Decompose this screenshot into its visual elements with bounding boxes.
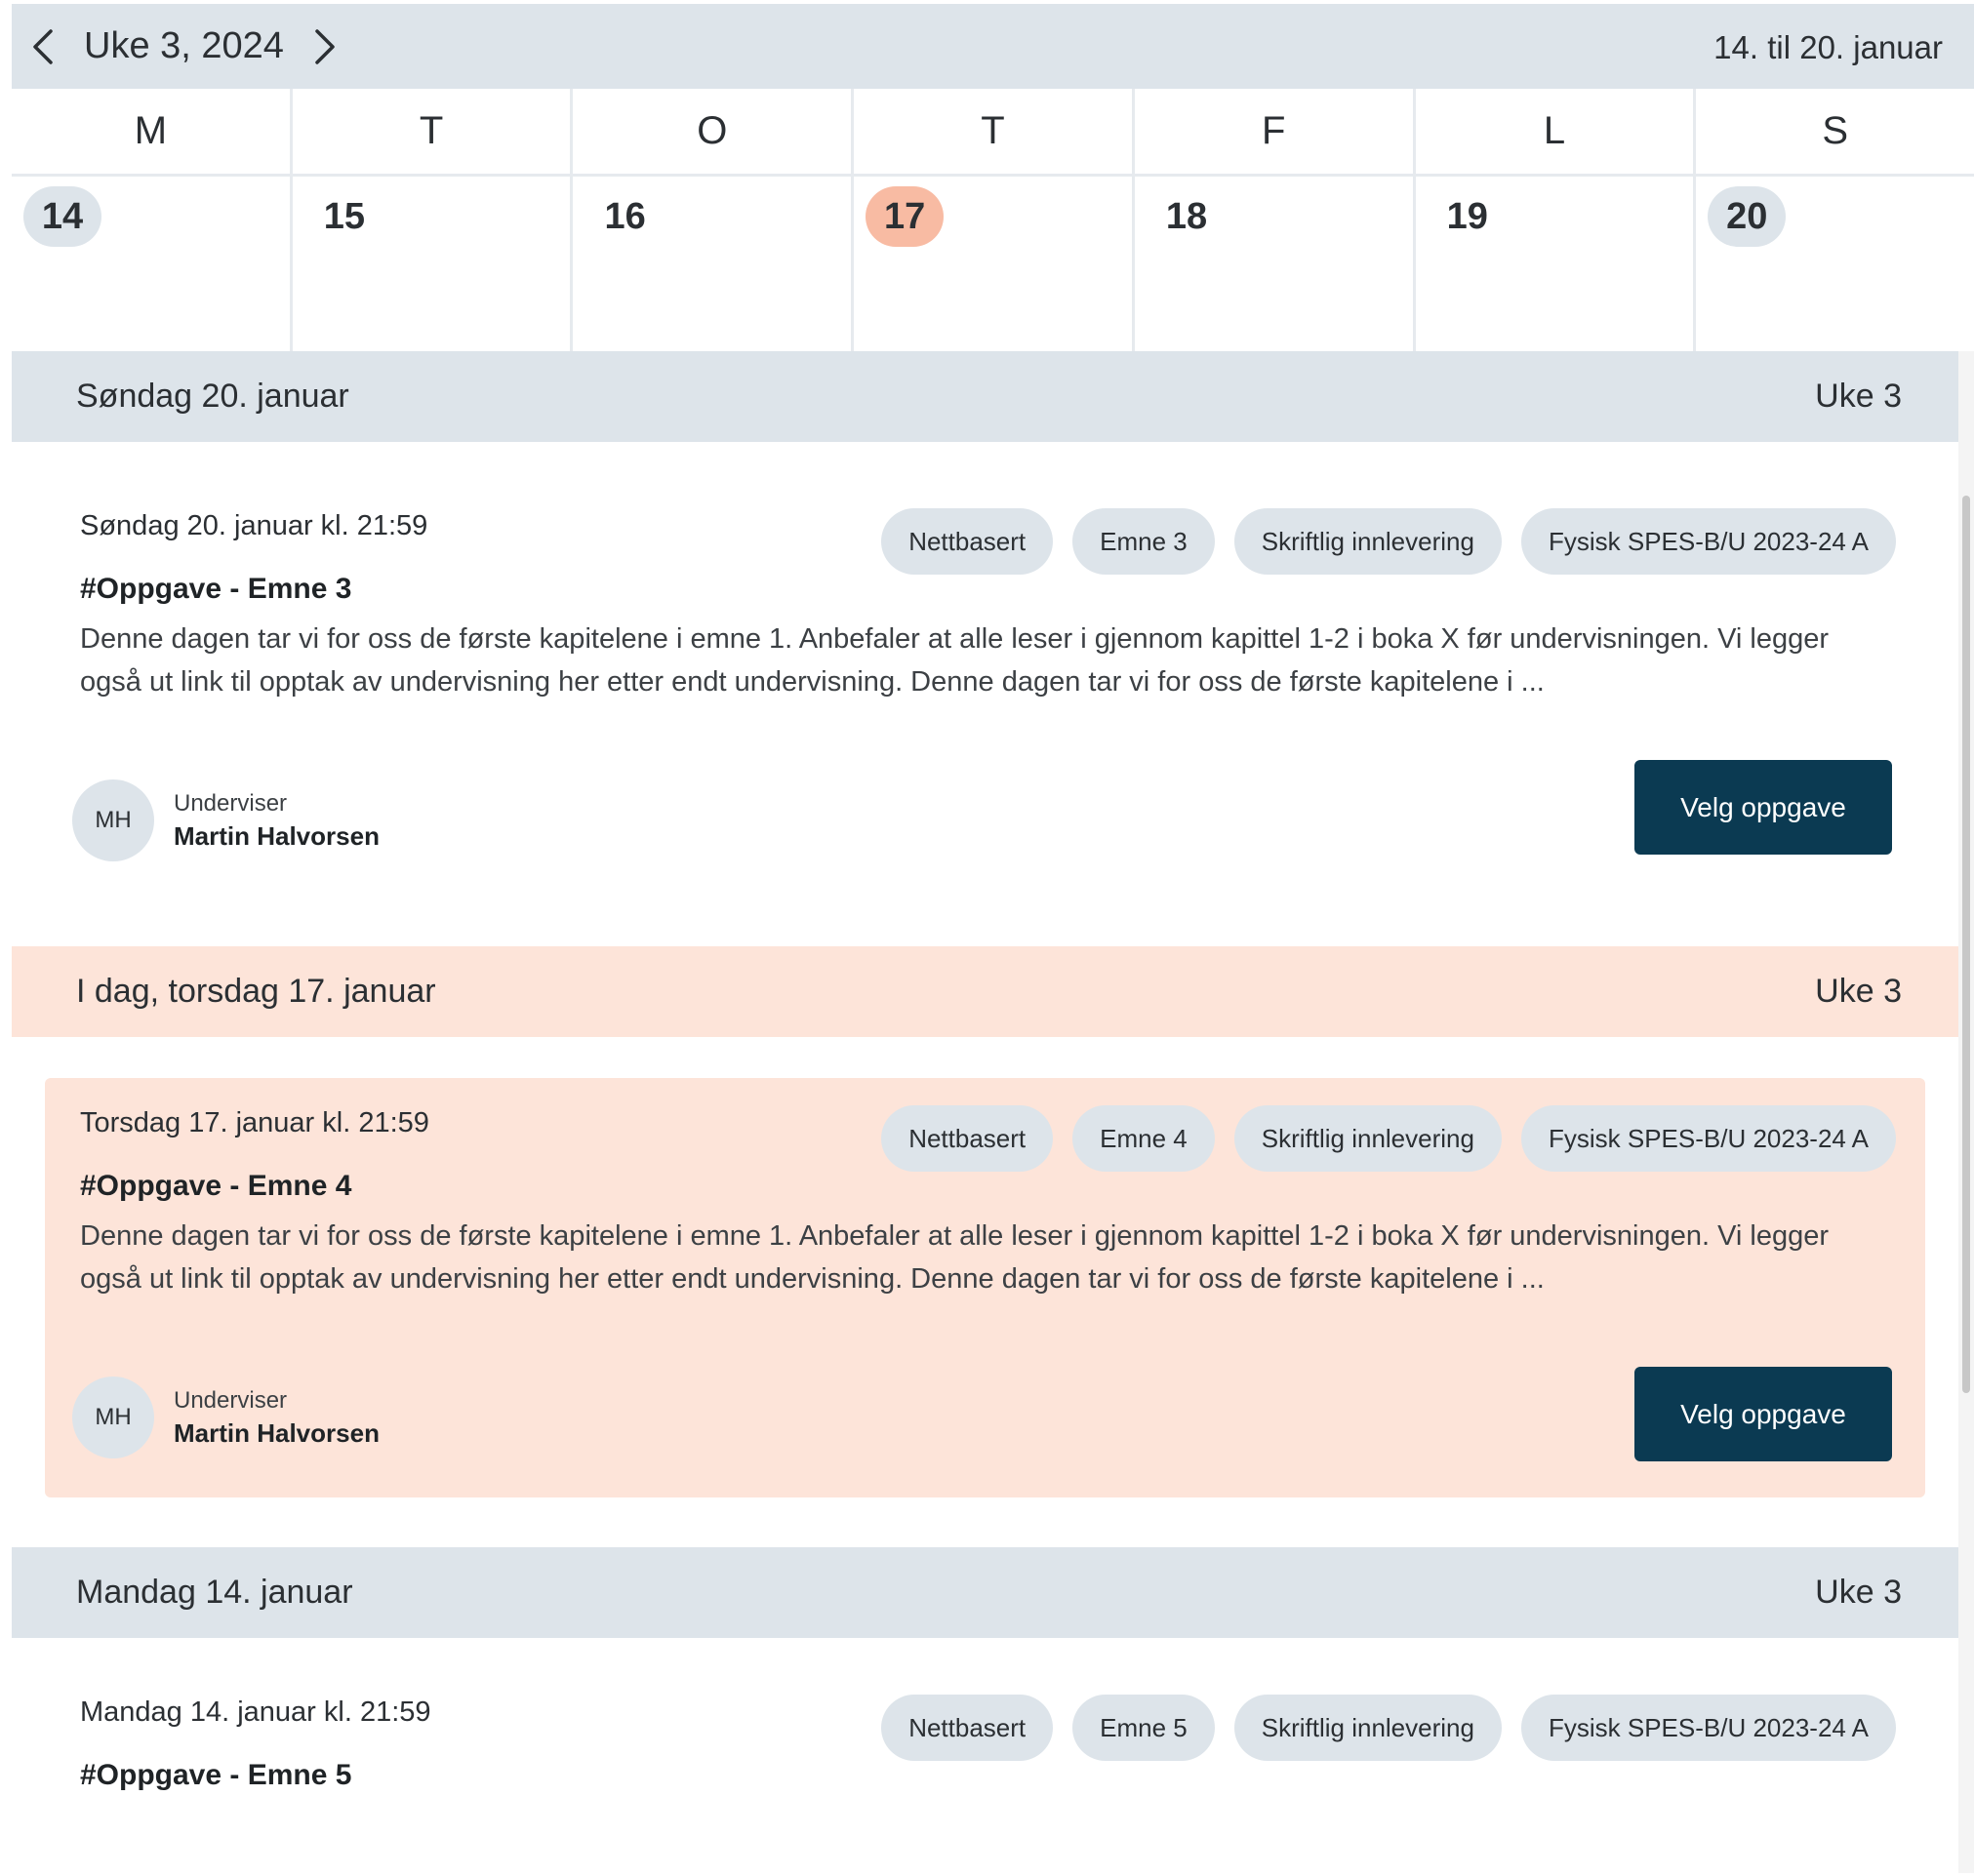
chevron-left-icon: [33, 28, 53, 64]
date-cell-14[interactable]: 14: [12, 177, 293, 351]
assignment-card-today: Torsdag 17. januar kl. 21:59 Nettbasert …: [45, 1078, 1925, 1497]
tag-chip[interactable]: Skriftlig innlevering: [1233, 508, 1502, 575]
date-cell-15[interactable]: 15: [293, 177, 574, 351]
week-header: Uke 3, 2024 14. til 20. januar: [12, 4, 1974, 89]
weekday-wednesday: O: [573, 89, 855, 174]
date-number: 20: [1708, 186, 1787, 247]
day-header-title: I dag, torsdag 17. januar: [76, 973, 436, 1010]
date-number: 18: [1165, 196, 1208, 237]
weekday-thursday: T: [854, 89, 1135, 174]
weekday-friday: F: [1135, 89, 1416, 174]
day-header-week: Uke 3: [1815, 378, 1902, 415]
teacher-name: Martin Halvorsen: [174, 820, 380, 851]
assignment-list: Søndag 20. januar Uke 3 Søndag 20. janua…: [12, 351, 1958, 1873]
tag-chip[interactable]: Skriftlig innlevering: [1233, 1105, 1502, 1172]
teacher-info: MH Underviser Martin Halvorsen: [72, 1377, 380, 1458]
select-assignment-button[interactable]: Velg oppgave: [1634, 760, 1892, 855]
weekday-saturday: L: [1416, 89, 1697, 174]
tag-chip[interactable]: Fysisk SPES-B/U 2023-24 A: [1520, 1105, 1896, 1172]
avatar: MH: [72, 779, 154, 861]
previous-week-button[interactable]: [12, 4, 74, 89]
assignment-deadline: Mandag 14. januar kl. 21:59: [80, 1696, 431, 1728]
teacher-name: Martin Halvorsen: [174, 1417, 380, 1448]
weekday-monday: M: [12, 89, 293, 174]
date-number: 14: [23, 186, 101, 247]
tag-list: Nettbasert Emne 5 Skriftlig innlevering …: [881, 1695, 1896, 1761]
date-number: 15: [323, 196, 365, 237]
date-cell-20[interactable]: 20: [1696, 177, 1974, 351]
date-number: 16: [604, 196, 646, 237]
day-header-title: Mandag 14. januar: [76, 1574, 353, 1611]
day-header-week: Uke 3: [1815, 973, 1902, 1010]
scrollbar-thumb[interactable]: [1962, 496, 1970, 1393]
calendar-app: Uke 3, 2024 14. til 20. januar M T O T F…: [12, 4, 1974, 1873]
tag-chip[interactable]: Emne 5: [1072, 1695, 1215, 1761]
date-cell-16[interactable]: 16: [573, 177, 855, 351]
tag-chip[interactable]: Emne 4: [1072, 1105, 1215, 1172]
today-day-header: I dag, torsdag 17. januar Uke 3: [12, 946, 1958, 1037]
assignment-title: #Oppgave - Emne 5: [80, 1759, 352, 1791]
day-header-title: Søndag 20. januar: [76, 378, 349, 415]
weekday-row: M T O T F L S: [12, 89, 1974, 177]
assignment-card: Mandag 14. januar kl. 21:59 Nettbasert E…: [45, 1667, 1925, 1853]
tag-chip[interactable]: Skriftlig innlevering: [1233, 1695, 1502, 1761]
scrollbar-track[interactable]: [1958, 351, 1974, 1873]
tag-list: Nettbasert Emne 4 Skriftlig innlevering …: [881, 1105, 1896, 1172]
date-cell-18[interactable]: 18: [1135, 177, 1416, 351]
tag-chip[interactable]: Emne 3: [1072, 508, 1215, 575]
tag-list: Nettbasert Emne 3 Skriftlig innlevering …: [881, 508, 1896, 575]
next-week-button[interactable]: [294, 4, 356, 89]
teacher-info: MH Underviser Martin Halvorsen: [72, 779, 380, 861]
assignment-title: #Oppgave - Emne 3: [80, 573, 352, 605]
tag-chip[interactable]: Nettbasert: [881, 1695, 1054, 1761]
day-header: Mandag 14. januar Uke 3: [12, 1547, 1958, 1638]
tag-chip[interactable]: Fysisk SPES-B/U 2023-24 A: [1520, 508, 1896, 575]
day-header-week: Uke 3: [1815, 1574, 1902, 1611]
date-cell-19[interactable]: 19: [1416, 177, 1697, 351]
day-header: Søndag 20. januar Uke 3: [12, 351, 1958, 442]
assignment-title: #Oppgave - Emne 4: [80, 1170, 352, 1202]
assignment-description: Denne dagen tar vi for oss de første kap…: [80, 1220, 1830, 1295]
week-date-range: 14. til 20. januar: [1713, 29, 1943, 65]
teacher-role: Underviser: [174, 789, 288, 817]
teacher-role: Underviser: [174, 1386, 288, 1414]
assignment-deadline: Søndag 20. januar kl. 21:59: [80, 510, 428, 541]
week-title: Uke 3, 2024: [84, 25, 284, 66]
today-date-number: 17: [866, 186, 945, 247]
assignment-card: Søndag 20. januar kl. 21:59 Nettbasert E…: [45, 481, 1925, 900]
select-assignment-button[interactable]: Velg oppgave: [1634, 1367, 1892, 1461]
date-cell-17[interactable]: 17: [854, 177, 1135, 351]
tag-chip[interactable]: Nettbasert: [881, 1105, 1054, 1172]
weekday-sunday: S: [1822, 109, 1849, 152]
avatar: MH: [72, 1377, 154, 1458]
chevron-right-icon: [315, 28, 335, 64]
date-number: 19: [1446, 196, 1488, 237]
tag-chip[interactable]: Fysisk SPES-B/U 2023-24 A: [1520, 1695, 1896, 1761]
tag-chip[interactable]: Nettbasert: [881, 508, 1054, 575]
weekday-tuesday: T: [293, 89, 574, 174]
dates-row: 14 15 16 17 18 19 20: [12, 177, 1974, 354]
assignment-description: Denne dagen tar vi for oss de første kap…: [80, 623, 1830, 698]
assignment-deadline: Torsdag 17. januar kl. 21:59: [80, 1107, 429, 1138]
